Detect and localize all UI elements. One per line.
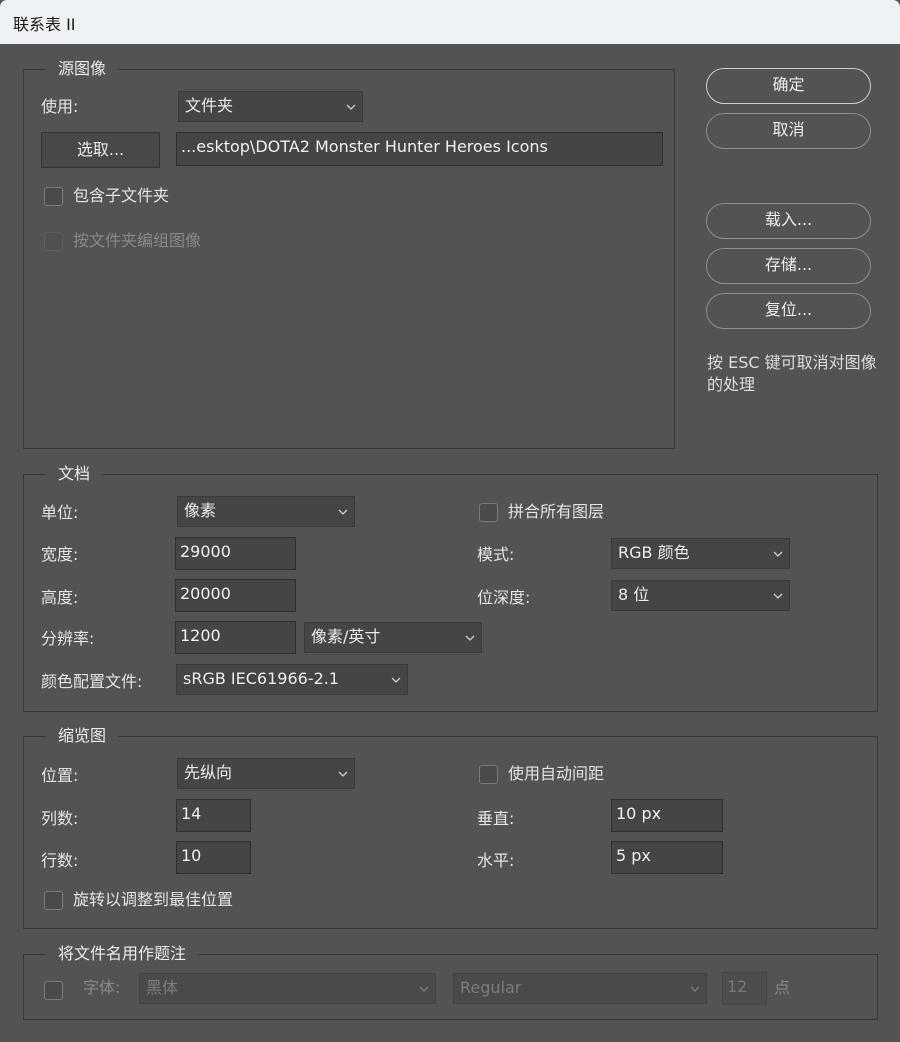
font-size-unit: 点 (774, 978, 791, 997)
bit-depth-select[interactable]: 8 位 (611, 580, 790, 611)
chevron-down-icon (465, 635, 475, 641)
cancel-button[interactable]: 取消 (706, 113, 871, 149)
units-label: 单位: (41, 503, 79, 522)
place-select-value: 先纵向 (184, 763, 233, 782)
mode-select-value: RGB 颜色 (618, 543, 690, 562)
ok-button[interactable]: 确定 (706, 68, 871, 104)
flatten-layers-checkbox[interactable] (479, 503, 498, 522)
chevron-down-icon (338, 509, 348, 515)
height-label: 高度: (41, 588, 79, 607)
source-legend: 源图像 (46, 58, 119, 80)
font-size-field[interactable]: 12 (722, 972, 767, 1005)
use-filename-caption-checkbox[interactable] (44, 981, 63, 1000)
horizontal-field[interactable]: 5 px (611, 841, 723, 874)
units-select-value: 像素 (184, 501, 217, 520)
rotate-checkbox[interactable] (44, 891, 63, 910)
vertical-label: 垂直: (477, 809, 515, 828)
chevron-down-icon (391, 677, 401, 683)
font-style-value: Regular (460, 978, 522, 997)
auto-spacing-label: 使用自动间距 (508, 764, 605, 783)
caption-legend: 将文件名用作题注 (46, 943, 199, 965)
group-by-folder-label: 按文件夹编组图像 (73, 231, 202, 250)
place-select[interactable]: 先纵向 (177, 758, 355, 789)
height-field[interactable]: 20000 (175, 579, 296, 612)
resolution-unit-select[interactable]: 像素/英寸 (304, 622, 482, 653)
font-select[interactable]: 黑体 (139, 973, 436, 1004)
include-subfolders-checkbox[interactable] (44, 187, 63, 206)
source-path-field[interactable]: ...esktop\DOTA2 Monster Hunter Heroes Ic… (176, 132, 663, 166)
use-label: 使用: (41, 97, 79, 116)
include-subfolders-label: 包含子文件夹 (73, 186, 170, 205)
rows-label: 行数: (41, 851, 79, 870)
color-profile-value: sRGB IEC61966-2.1 (183, 669, 340, 688)
group-by-folder-checkbox[interactable] (44, 232, 63, 251)
save-button[interactable]: 存储... (706, 248, 871, 284)
auto-spacing-checkbox[interactable] (479, 765, 498, 784)
chevron-down-icon (338, 771, 348, 777)
source-images-group: 源图像 (23, 58, 675, 449)
title-bar: 联系表 II (0, 0, 900, 44)
font-style-select[interactable]: Regular (453, 973, 707, 1004)
load-button[interactable]: 载入... (706, 203, 871, 239)
use-select[interactable]: 文件夹 (178, 91, 363, 122)
font-select-value: 黑体 (146, 978, 179, 997)
color-profile-select[interactable]: sRGB IEC61966-2.1 (176, 664, 408, 695)
resolution-label: 分辨率: (41, 629, 95, 648)
bit-depth-value: 8 位 (618, 585, 650, 604)
rotate-label: 旋转以调整到最佳位置 (73, 890, 234, 909)
rows-field[interactable]: 10 (176, 841, 251, 874)
columns-field[interactable]: 14 (176, 799, 251, 832)
mode-select[interactable]: RGB 颜色 (611, 538, 790, 569)
resolution-field[interactable]: 1200 (175, 621, 296, 654)
units-select[interactable]: 像素 (177, 496, 355, 527)
thumbnails-legend: 缩览图 (46, 725, 119, 747)
columns-label: 列数: (41, 809, 79, 828)
window-title: 联系表 II (13, 15, 76, 34)
flatten-layers-label: 拼合所有图层 (508, 502, 605, 521)
esc-hint: 按 ESC 键可取消对图像的处理 (707, 353, 877, 394)
chevron-down-icon (419, 986, 429, 992)
font-label: 字体: (83, 978, 121, 997)
color-profile-label: 颜色配置文件: (41, 672, 143, 691)
reset-button[interactable]: 复位... (706, 293, 871, 329)
use-select-value: 文件夹 (185, 96, 234, 115)
chevron-down-icon (773, 593, 783, 599)
document-legend: 文档 (46, 463, 103, 485)
mode-label: 模式: (477, 545, 515, 564)
chevron-down-icon (690, 986, 700, 992)
chevron-down-icon (773, 551, 783, 557)
place-label: 位置: (41, 766, 79, 785)
bit-depth-label: 位深度: (477, 588, 531, 607)
chevron-down-icon (346, 104, 356, 110)
resolution-unit-value: 像素/英寸 (311, 627, 381, 646)
vertical-field[interactable]: 10 px (611, 799, 723, 832)
width-label: 宽度: (41, 545, 79, 564)
choose-button[interactable]: 选取... (41, 132, 160, 168)
horizontal-label: 水平: (477, 851, 515, 870)
width-field[interactable]: 29000 (175, 537, 296, 570)
